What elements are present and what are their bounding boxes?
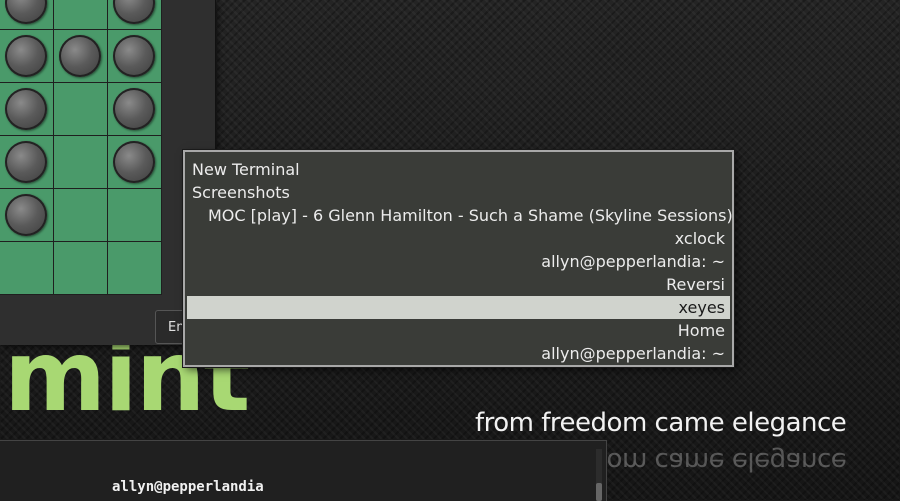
switcher-item[interactable]: Reversi (187, 273, 730, 296)
terminal-prompt: allyn@pepperlandia (112, 479, 264, 495)
board-cell[interactable] (54, 0, 107, 29)
board-cell[interactable] (108, 136, 161, 188)
board-cell[interactable] (0, 189, 53, 241)
board-cell[interactable] (0, 83, 53, 135)
window-switcher-popup: New Terminal Screenshots MOC [play] - 6 Gl… (183, 150, 734, 367)
reversi-disc (5, 141, 47, 183)
board-cell[interactable] (0, 136, 53, 188)
terminal-window[interactable]: allyn@pepperlandia (0, 440, 607, 501)
wallpaper-slogan: from freedom came elegance (475, 408, 847, 438)
board-cell[interactable] (54, 83, 107, 135)
board-cell[interactable] (0, 242, 53, 294)
switcher-item[interactable]: Home (187, 319, 730, 342)
board-cell[interactable] (54, 136, 107, 188)
board-cell[interactable] (108, 242, 161, 294)
switcher-item[interactable]: MOC [play] - 6 Glenn Hamilton - Such a S… (187, 204, 733, 227)
reversi-disc (113, 0, 155, 24)
board-cell[interactable] (54, 242, 107, 294)
board-cell[interactable] (108, 83, 161, 135)
window-switcher-list: New Terminal Screenshots MOC [play] - 6 Gl… (187, 158, 733, 365)
reversi-disc (59, 35, 101, 77)
switcher-item[interactable]: xclock (187, 227, 730, 250)
board-cell[interactable] (108, 0, 161, 29)
reversi-disc (5, 194, 47, 236)
reversi-disc (5, 35, 47, 77)
terminal-scrollbar[interactable] (596, 449, 602, 501)
reversi-disc (5, 0, 47, 24)
board-cell[interactable] (0, 30, 53, 82)
board-cell[interactable] (108, 189, 161, 241)
switcher-item[interactable]: allyn@pepperlandia: ~ (187, 250, 730, 273)
board-cell[interactable] (0, 0, 53, 29)
reversi-disc (113, 35, 155, 77)
board-cell[interactable] (54, 189, 107, 241)
reversi-disc (113, 141, 155, 183)
reversi-board[interactable] (0, 0, 162, 295)
board-cell[interactable] (54, 30, 107, 82)
switcher-item[interactable]: New Terminal (187, 158, 730, 181)
switcher-item[interactable]: Screenshots (187, 181, 730, 204)
reversi-disc (5, 88, 47, 130)
switcher-item[interactable]: allyn@pepperlandia: ~ (187, 342, 730, 365)
switcher-item[interactable]: xeyes (187, 296, 730, 319)
terminal-scrollbar-thumb[interactable] (596, 483, 602, 501)
reversi-disc (113, 88, 155, 130)
board-cell[interactable] (108, 30, 161, 82)
